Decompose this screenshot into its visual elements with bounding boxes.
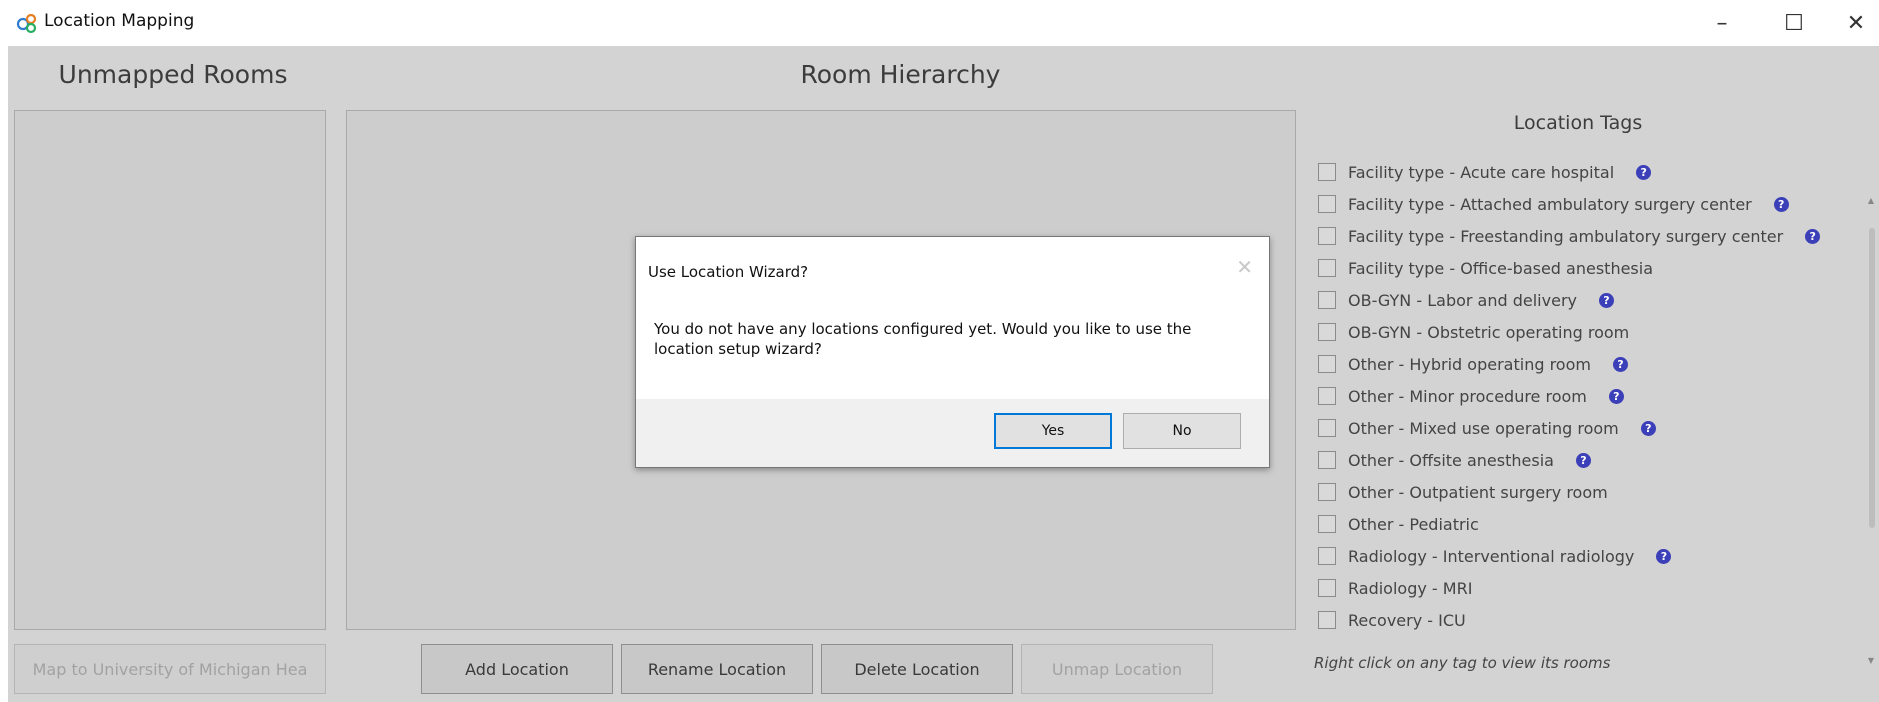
tag-label: OB-GYN - Obstetric operating room [1348, 322, 1630, 342]
dialog-title: Use Location Wizard? [648, 263, 809, 281]
tag-label: Other - Minor procedure room [1348, 386, 1587, 406]
tag-checkbox[interactable] [1318, 387, 1336, 405]
tag-checkbox[interactable] [1318, 483, 1336, 501]
location-wizard-dialog: Use Location Wizard? ✕ You do not have a… [635, 236, 1270, 468]
location-tags-title: Location Tags [1513, 112, 1643, 134]
help-icon[interactable]: ? [1612, 356, 1628, 372]
help-icon[interactable]: ? [1773, 196, 1789, 212]
unmap-location-button[interactable]: Unmap Location [1021, 644, 1213, 694]
room-hierarchy-header: Room Hierarchy [800, 60, 1001, 89]
close-window-button[interactable]: ✕ [1834, 6, 1878, 40]
tag-checkbox[interactable] [1318, 579, 1336, 597]
tag-label: Other - Offsite anesthesia [1348, 450, 1554, 470]
tag-checkbox[interactable] [1318, 451, 1336, 469]
scroll-down-icon[interactable]: ▼ [1866, 656, 1876, 665]
no-button[interactable]: No [1123, 413, 1241, 449]
tag-item[interactable]: Facility type - Attached ambulatory surg… [1318, 188, 1858, 220]
minimize-button[interactable]: – [1700, 6, 1744, 40]
tag-label: Recovery - ICU [1348, 610, 1466, 630]
tag-item[interactable]: Other - Pediatric [1318, 508, 1858, 540]
tag-checkbox[interactable] [1318, 163, 1336, 181]
tag-checkbox[interactable] [1318, 355, 1336, 373]
help-icon[interactable]: ? [1575, 452, 1591, 468]
tag-checkbox[interactable] [1318, 323, 1336, 341]
tag-checkbox[interactable] [1318, 259, 1336, 277]
tags-scrollbar[interactable]: ▲ ▼ [1866, 156, 1876, 665]
scroll-up-icon[interactable]: ▲ [1866, 196, 1876, 205]
tag-label: Other - Outpatient surgery room [1348, 482, 1608, 502]
unmapped-rooms-list[interactable] [14, 110, 326, 630]
tag-item[interactable]: Radiology - Interventional radiology? [1318, 540, 1858, 572]
tag-item[interactable]: Facility type - Acute care hospital? [1318, 156, 1858, 188]
tag-checkbox[interactable] [1318, 419, 1336, 437]
tag-item[interactable]: OB-GYN - Obstetric operating room [1318, 316, 1858, 348]
rename-location-button[interactable]: Rename Location [621, 644, 813, 694]
tag-item[interactable]: Recovery - ICU [1318, 604, 1858, 636]
tag-checkbox[interactable] [1318, 515, 1336, 533]
app-logo-icon [16, 13, 37, 34]
tag-item[interactable]: Other - Offsite anesthesia? [1318, 444, 1858, 476]
tag-label: Other - Pediatric [1348, 514, 1479, 534]
location-tags-list: Facility type - Acute care hospital? Faci… [1318, 156, 1858, 636]
dialog-close-icon[interactable]: ✕ [1236, 255, 1253, 279]
tag-item[interactable]: Radiology - MRI [1318, 572, 1858, 604]
tag-checkbox[interactable] [1318, 291, 1336, 309]
delete-location-button[interactable]: Delete Location [821, 644, 1013, 694]
tag-item[interactable]: Facility type - Freestanding ambulatory … [1318, 220, 1858, 252]
window-title: Location Mapping [44, 11, 195, 31]
map-to-button[interactable]: Map to University of Michigan Hea [14, 644, 326, 694]
tag-label: Radiology - Interventional radiology [1348, 546, 1635, 566]
help-icon[interactable]: ? [1656, 548, 1672, 564]
tag-label: Facility type - Office-based anesthesia [1348, 258, 1654, 278]
tag-label: Radiology - MRI [1348, 578, 1473, 598]
tag-item[interactable]: Facility type - Office-based anesthesia [1318, 252, 1858, 284]
dialog-footer: Yes No [636, 399, 1269, 467]
dialog-message: You do not have any locations configured… [654, 320, 1192, 358]
unmapped-rooms-header: Unmapped Rooms [58, 60, 288, 89]
yes-button[interactable]: Yes [994, 413, 1112, 449]
tag-label: OB-GYN - Labor and delivery [1348, 290, 1577, 310]
tag-item[interactable]: Other - Outpatient surgery room [1318, 476, 1858, 508]
maximize-button[interactable]: ☐ [1772, 6, 1816, 40]
tag-item[interactable]: OB-GYN - Labor and delivery? [1318, 284, 1858, 316]
tag-label: Facility type - Acute care hospital [1348, 162, 1615, 182]
tag-checkbox[interactable] [1318, 547, 1336, 565]
help-icon[interactable]: ? [1598, 292, 1614, 308]
tag-item[interactable]: Other - Mixed use operating room? [1318, 412, 1858, 444]
add-location-button[interactable]: Add Location [421, 644, 613, 694]
help-icon[interactable]: ? [1608, 388, 1624, 404]
tag-label: Facility type - Attached ambulatory surg… [1348, 194, 1752, 214]
tag-label: Other - Hybrid operating room [1348, 354, 1591, 374]
tag-label: Facility type - Freestanding ambulatory … [1348, 226, 1784, 246]
help-icon[interactable]: ? [1805, 228, 1821, 244]
tag-checkbox[interactable] [1318, 195, 1336, 213]
tag-checkbox[interactable] [1318, 611, 1336, 629]
tag-checkbox[interactable] [1318, 227, 1336, 245]
help-icon[interactable]: ? [1636, 164, 1652, 180]
tag-item[interactable]: Other - Minor procedure room? [1318, 380, 1858, 412]
help-icon[interactable]: ? [1640, 420, 1656, 436]
scroll-thumb[interactable] [1869, 228, 1875, 528]
title-bar: Location Mapping – ☐ ✕ [0, 0, 1879, 46]
tag-label: Other - Mixed use operating room [1348, 418, 1619, 438]
tag-item[interactable]: Other - Hybrid operating room? [1318, 348, 1858, 380]
tags-hint: Right click on any tag to view its rooms [1314, 654, 1611, 672]
